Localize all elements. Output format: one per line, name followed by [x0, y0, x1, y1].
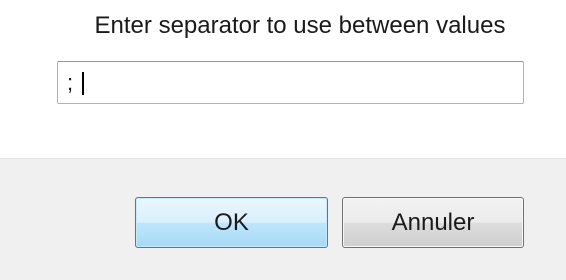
ok-button[interactable]: OK [135, 197, 328, 248]
separator-input-box[interactable] [57, 61, 524, 104]
ok-button-label: OK [214, 208, 249, 236]
text-caret [82, 72, 84, 95]
separator-dialog: Enter separator to use between values OK… [0, 0, 566, 280]
cancel-button-label: Annuler [391, 208, 475, 236]
separator-input[interactable] [58, 62, 523, 103]
cancel-button[interactable]: Annuler [342, 197, 524, 248]
button-bar: OK Annuler [0, 158, 566, 280]
prompt-label: Enter separator to use between values [94, 12, 506, 39]
